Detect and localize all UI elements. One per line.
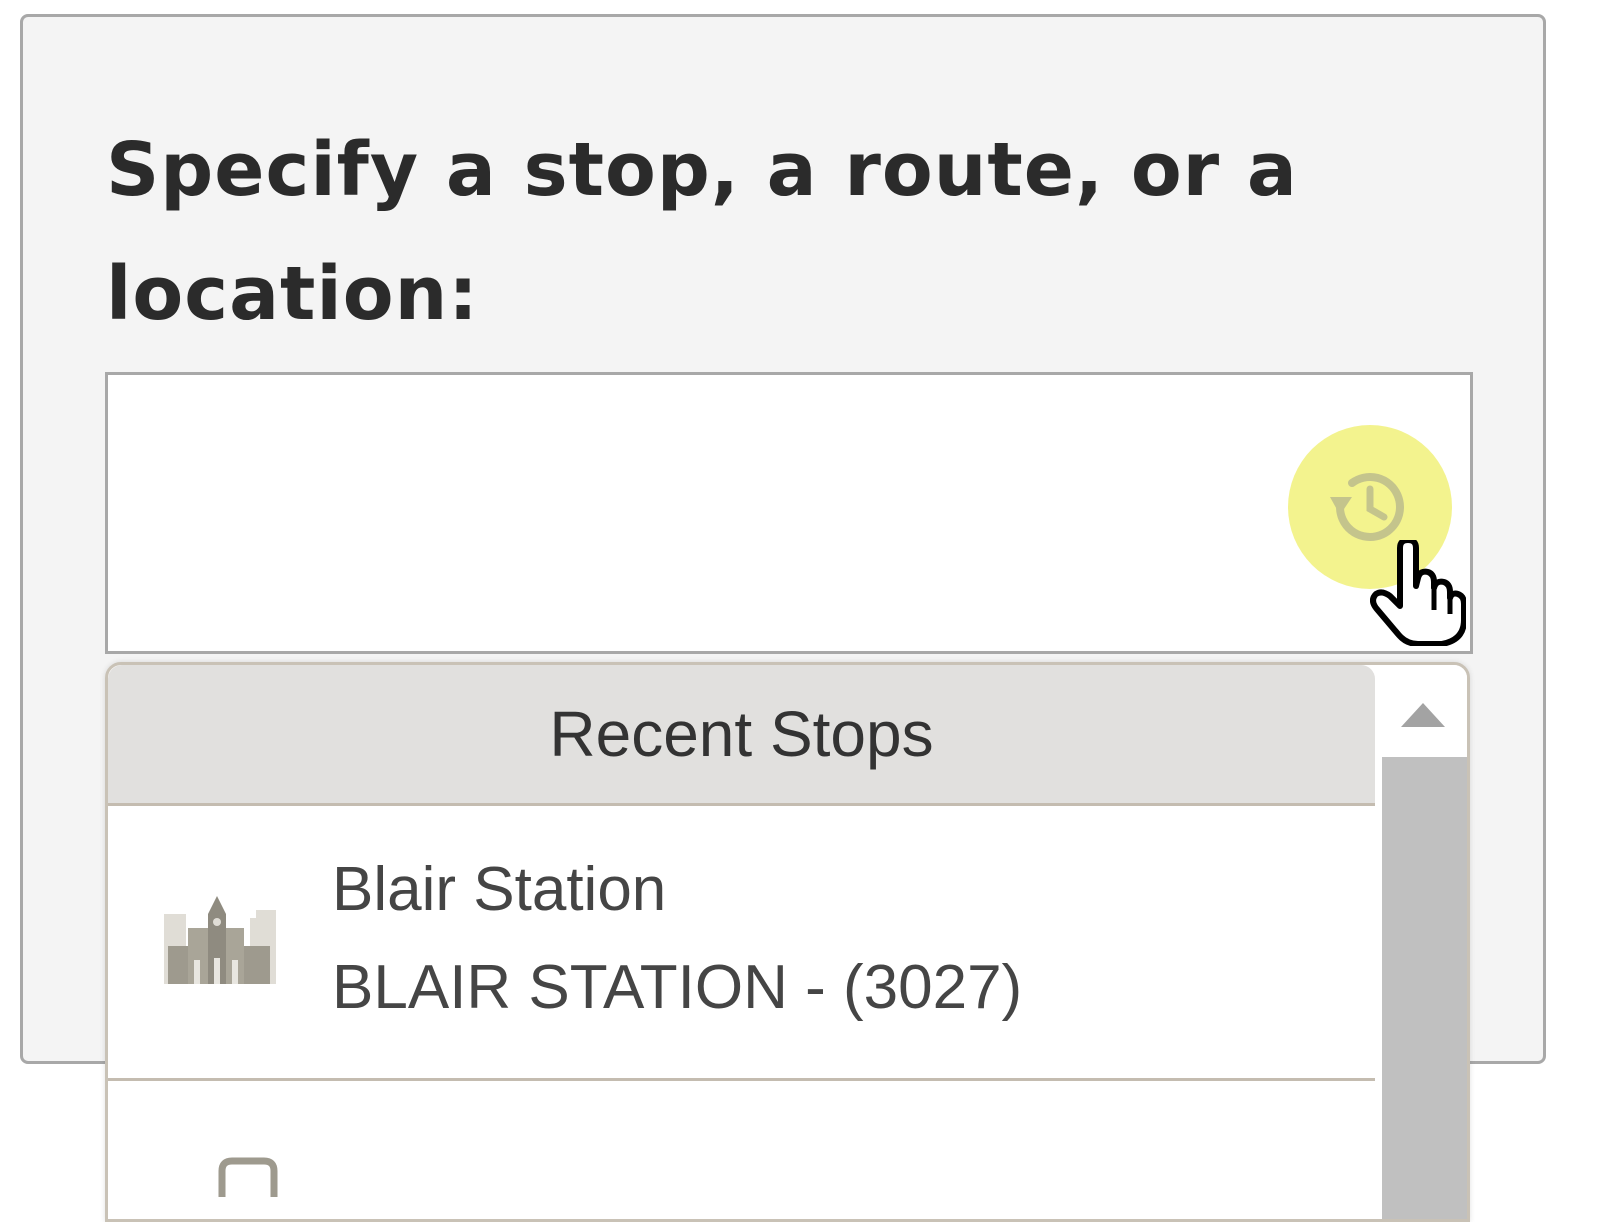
scrollbar-thumb[interactable] [1382,757,1467,1219]
dropdown-header: Recent Stops [108,665,1375,806]
history-icon [1330,473,1404,541]
station-building-icon [164,896,276,984]
stop-code: BLAIR STATION - (3027) [332,953,1023,1022]
recent-stops-dropdown: Recent Stops Blair Station BLAIR STATION… [105,662,1470,1222]
stop-name: Blair Station [332,855,667,924]
dropdown-scrollbar[interactable] [1375,665,1470,1219]
panel-title: Specify a stop, a route, or a location: [106,127,1298,337]
search-input[interactable] [128,465,1272,557]
recent-stop-item[interactable]: Blair Station BLAIR STATION - (3027) [108,806,1375,1081]
recent-history-button[interactable] [1288,425,1452,589]
stop-icon [218,1157,278,1197]
search-box[interactable] [105,372,1473,654]
scroll-up-arrow-icon[interactable] [1375,685,1470,755]
